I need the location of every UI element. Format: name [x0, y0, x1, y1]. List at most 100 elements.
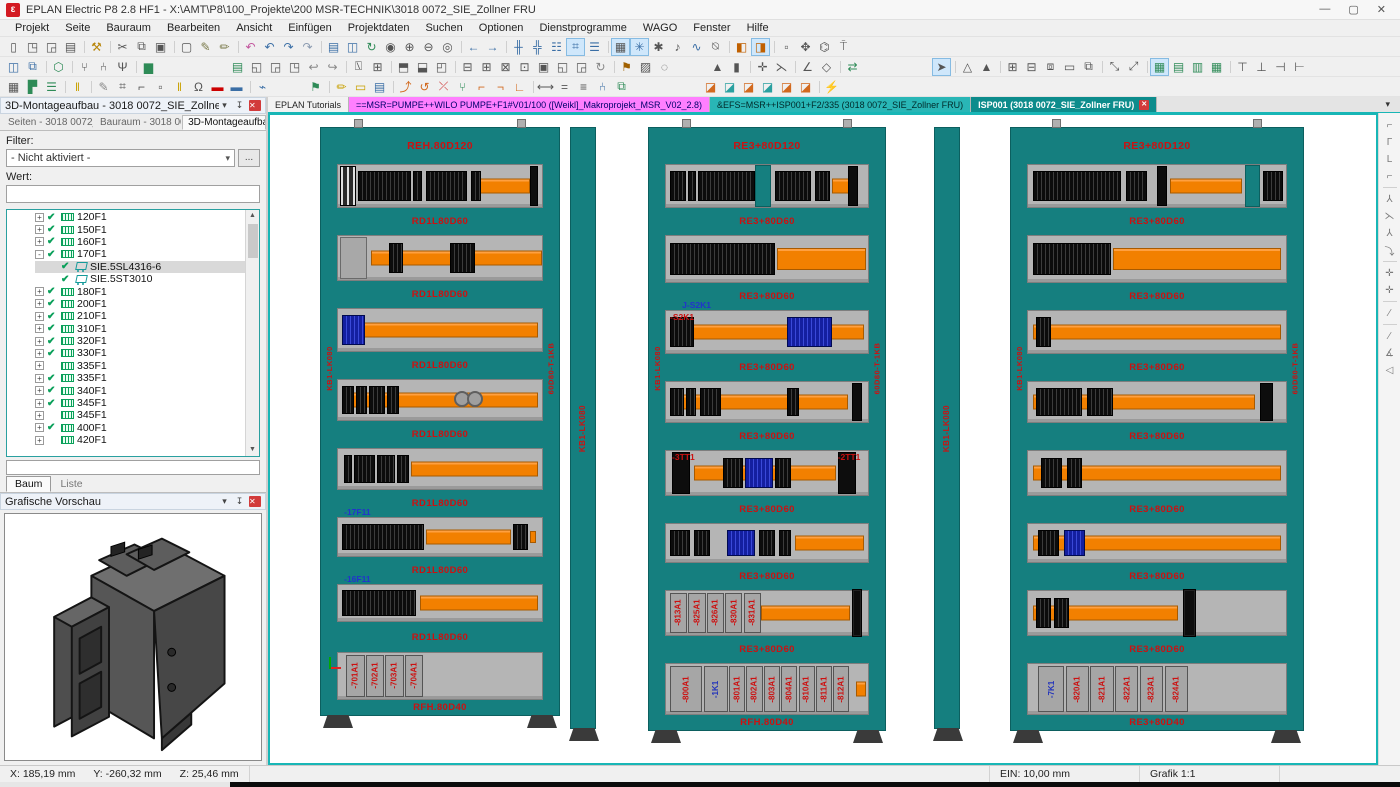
- mounting-rail[interactable]: [1027, 235, 1287, 283]
- mount-grid-4-icon[interactable]: ▦: [1207, 58, 1226, 76]
- minimize-button[interactable]: —: [1319, 3, 1330, 16]
- tree-item-420f1[interactable]: +420F1: [35, 434, 245, 446]
- mounting-rail[interactable]: [1027, 164, 1287, 208]
- import-page-icon[interactable]: ◲: [42, 38, 61, 56]
- tree-item-330f1[interactable]: +✔330F1: [35, 347, 245, 359]
- plc-edit-icon[interactable]: ⍂: [349, 58, 368, 76]
- potential-1-icon[interactable]: ⑂: [75, 58, 94, 76]
- component-block[interactable]: [688, 171, 696, 200]
- hatch-icon[interactable]: ▨: [636, 58, 655, 76]
- labeled-device[interactable]: -820A1: [1066, 666, 1089, 712]
- macro-7-icon[interactable]: ◲: [572, 58, 591, 76]
- wire-duct[interactable]: [411, 462, 537, 477]
- component-block[interactable]: [1157, 166, 1167, 206]
- measure-2-icon[interactable]: ⤢: [1124, 58, 1143, 76]
- labeled-device[interactable]: -801A1: [729, 666, 745, 712]
- component-blue[interactable]: [745, 458, 773, 489]
- labeled-device[interactable]: -803A1: [764, 666, 780, 712]
- component-block[interactable]: [358, 171, 411, 200]
- component-block[interactable]: [344, 455, 352, 483]
- wire-corner-2-icon[interactable]: ¬: [491, 78, 510, 96]
- mounting-rail[interactable]: -800A1-1K1-801A1-802A1-803A1-804A1-810A1…: [665, 663, 869, 715]
- viewport-corner-1-icon[interactable]: ⌐: [1381, 117, 1399, 133]
- labeled-device[interactable]: -800A1: [670, 666, 702, 712]
- labeled-device[interactable]: -704A1: [405, 655, 423, 697]
- corner-frame-icon[interactable]: ⌐: [132, 78, 151, 96]
- component-block[interactable]: [775, 171, 811, 200]
- tree-item-320f1[interactable]: +✔320F1: [35, 335, 245, 347]
- tree-expander-icon[interactable]: +: [35, 361, 44, 370]
- component-block[interactable]: [1054, 598, 1069, 629]
- tree-item-sie-5sl4316-6[interactable]: ✔SIE.5SL4316-6: [35, 261, 245, 273]
- tree-item-210f1[interactable]: +✔210F1: [35, 310, 245, 322]
- tree-item-400f1[interactable]: +✔400F1: [35, 422, 245, 434]
- component-block[interactable]: [354, 455, 374, 483]
- dimension-5-icon[interactable]: ✛: [1381, 265, 1399, 281]
- format-brush-1-icon[interactable]: ✎: [196, 38, 215, 56]
- menu-seite[interactable]: Seite: [58, 21, 97, 35]
- pencil-yellow-icon[interactable]: ✏: [332, 78, 351, 96]
- redo-icon[interactable]: ↷: [279, 38, 298, 56]
- tree-item-200f1[interactable]: +✔200F1: [35, 298, 245, 310]
- component-block[interactable]: [1260, 383, 1273, 421]
- wire-duct[interactable]: [1033, 325, 1281, 340]
- tree-item-345f1[interactable]: +✔345F1: [35, 397, 245, 409]
- wire-branch-icon[interactable]: ⑂: [453, 78, 472, 96]
- panel-pin-icon[interactable]: ↧: [234, 100, 245, 111]
- wire-duct[interactable]: [856, 682, 866, 697]
- page-navigator-icon[interactable]: ▤: [324, 38, 343, 56]
- menu-projekt[interactable]: Projekt: [8, 21, 56, 35]
- viewport-corner-2-icon[interactable]: Γ: [1381, 134, 1399, 150]
- refresh-icon[interactable]: ↻: [362, 38, 381, 56]
- component-round[interactable]: [467, 391, 483, 407]
- tree-item-340f1[interactable]: +✔340F1: [35, 384, 245, 396]
- component-block[interactable]: [848, 166, 858, 206]
- cabinet-panel-1[interactable]: REH.80D120RD1L80D60RD1L80D60RD1L80D60RD1…: [320, 127, 560, 716]
- page-copy-icon[interactable]: ◱: [247, 58, 266, 76]
- component-block[interactable]: [694, 530, 710, 557]
- pin-column-icon[interactable]: ▮: [727, 58, 746, 76]
- snap-grid-icon[interactable]: ✳: [630, 38, 649, 56]
- wire-loop-icon[interactable]: ↺: [415, 78, 434, 96]
- grid-table-icon[interactable]: ▦: [4, 78, 23, 96]
- page-copy-2-icon[interactable]: ◲: [266, 58, 285, 76]
- tree-item-sie-5st3010[interactable]: ✔SIE.5ST3010: [35, 273, 245, 285]
- viewport-corner-3-icon[interactable]: L: [1381, 151, 1399, 167]
- redo-history-icon[interactable]: ↷: [298, 38, 317, 56]
- component-block[interactable]: [1183, 589, 1196, 637]
- labeled-device[interactable]: -702A1: [366, 655, 384, 697]
- tree-item-120f1[interactable]: +✔120F1: [35, 211, 245, 223]
- viewport-corner-4-icon[interactable]: ⌐: [1381, 168, 1399, 184]
- dimension-4-icon[interactable]: ⤵: [1381, 242, 1399, 258]
- undo-icon[interactable]: ↶: [260, 38, 279, 56]
- macro-6-icon[interactable]: ◱: [553, 58, 572, 76]
- labeled-device[interactable]: -701A1: [346, 655, 364, 697]
- tree-expander-icon[interactable]: +: [35, 386, 44, 395]
- wire-corner-3-icon[interactable]: ∟: [510, 78, 529, 96]
- component-block[interactable]: [450, 243, 474, 274]
- sync-forward-icon[interactable]: ↪: [323, 58, 342, 76]
- maximize-button[interactable]: ▢: [1348, 3, 1358, 16]
- auto-connect-icon[interactable]: ⇄: [843, 58, 862, 76]
- menu-hilfe[interactable]: Hilfe: [740, 21, 776, 35]
- labeled-device[interactable]: -813A1: [670, 593, 687, 633]
- align-left-icon[interactable]: ⊣: [1271, 58, 1290, 76]
- component-block[interactable]: [686, 388, 696, 416]
- mounting-rail[interactable]: -16F11: [337, 584, 543, 622]
- line-angled-icon[interactable]: ∕: [1381, 305, 1399, 321]
- close-button[interactable]: ✕: [1377, 3, 1386, 16]
- scroll-down-icon[interactable]: ▼: [249, 444, 256, 456]
- component-block[interactable]: [1041, 458, 1062, 489]
- box-3d-3-icon[interactable]: ⧈: [1041, 58, 1060, 76]
- filter-flag-icon[interactable]: ⚑: [617, 58, 636, 76]
- mounting-rail[interactable]: [665, 235, 869, 283]
- tree-expander-icon[interactable]: +: [35, 374, 44, 383]
- component-block[interactable]: [342, 590, 415, 615]
- mounting-rail[interactable]: [665, 523, 869, 563]
- pyramid-icon[interactable]: ▲: [977, 58, 996, 76]
- workspace-box-icon[interactable]: ▫: [777, 38, 796, 56]
- labeled-device[interactable]: -703A1: [385, 655, 403, 697]
- divider-column[interactable]: [1245, 165, 1260, 207]
- wire-duct[interactable]: [670, 325, 864, 340]
- nav-tab-bauraum-3018-007-[interactable]: Bauraum - 3018 007...: [94, 115, 182, 130]
